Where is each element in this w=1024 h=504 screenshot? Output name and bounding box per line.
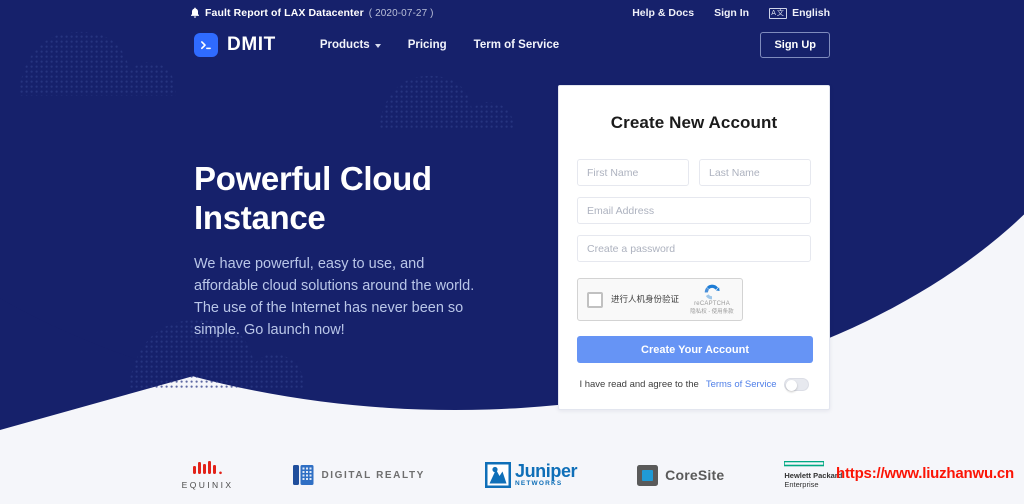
- partner-digital-realty-label: DIGITAL REALTY: [321, 469, 425, 481]
- fault-report-title: Fault Report of LAX Datacenter: [205, 7, 364, 19]
- partner-coresite-label: CoreSite: [665, 467, 725, 483]
- nav-link-products-label: Products: [319, 39, 370, 51]
- hpe-logo-icon: [784, 460, 825, 466]
- hero-section: Powerful Cloud Instance We have powerful…: [194, 160, 484, 341]
- nav-link-pricing-label: Pricing: [407, 39, 447, 51]
- chevron-down-icon: [374, 44, 381, 48]
- sign-up-button[interactable]: Sign Up: [760, 32, 830, 58]
- first-name-input[interactable]: [577, 159, 689, 186]
- terms-agreement-row: I have read and agree to the Terms of Se…: [577, 378, 811, 391]
- recaptcha-branding: reCAPTCHA 隐私权 - 使用条款: [688, 282, 736, 315]
- toggle-knob: [785, 380, 797, 391]
- partner-coresite: CoreSite: [637, 464, 725, 486]
- terms-agreement-text: I have read and agree to the: [579, 379, 699, 390]
- coresite-logo-icon: [637, 464, 659, 486]
- recaptcha-logo-icon: [704, 284, 720, 300]
- nav-link-products[interactable]: Products: [320, 39, 381, 51]
- nav-link-term-of-service[interactable]: Term of Service: [474, 39, 559, 51]
- fault-report-banner[interactable]: Fault Report of LAX Datacenter ( 2020-07…: [190, 0, 434, 26]
- watermark-url: https://www.liuzhanwu.cn: [836, 465, 1014, 482]
- recaptcha-widget[interactable]: 进行人机身份验证 reCAPTCHA 隐私权 - 使用条款: [577, 278, 743, 321]
- equinix-logo-icon: [192, 460, 222, 474]
- language-selector[interactable]: A文 English: [769, 7, 830, 19]
- partner-juniper-sublabel: NETWORKS: [514, 480, 563, 488]
- help-and-docs-link[interactable]: Help & Docs: [632, 7, 694, 19]
- partner-digital-realty: DIGITAL REALTY: [293, 463, 425, 487]
- hero-title-line-2: Instance: [194, 198, 326, 236]
- top-announcement-bar: Fault Report of LAX Datacenter ( 2020-07…: [0, 0, 1024, 26]
- navy-shape: [0, 0, 1024, 430]
- create-account-card: Create New Account 进行人机身份验证 reCAPTCHA 隐私…: [558, 85, 830, 410]
- partner-juniper: Juniper NETWORKS: [484, 461, 578, 488]
- partner-juniper-label: Juniper: [514, 461, 578, 482]
- partner-hpe-label: Hewlett Packard: [784, 470, 843, 480]
- hero-background: [0, 0, 1024, 470]
- partner-equinix-label: EQUINIX: [181, 479, 234, 490]
- card-title: Create New Account: [610, 113, 778, 132]
- topbar-links: Help & Docs Sign In A文 English: [632, 0, 830, 26]
- terms-of-service-link[interactable]: Terms of Service: [706, 379, 777, 390]
- recaptcha-checkbox[interactable]: [587, 291, 603, 308]
- signup-page: Fault Report of LAX Datacenter ( 2020-07…: [0, 0, 1024, 504]
- name-fields-row: [577, 159, 811, 186]
- recaptcha-terms: 隐私权 - 使用条款: [690, 309, 734, 315]
- terminal-prompt-icon: [194, 33, 218, 57]
- last-name-input[interactable]: [699, 159, 811, 186]
- hero-subtitle: We have powerful, easy to use, and affor…: [194, 256, 475, 339]
- terms-agreement-toggle[interactable]: [783, 378, 809, 391]
- nav-links: Products Pricing Term of Service: [320, 39, 559, 51]
- bell-icon: [190, 7, 200, 19]
- language-label: English: [792, 7, 830, 19]
- partner-hpe-sublabel: Enterprise: [784, 480, 819, 489]
- partner-hpe: Hewlett Packard Enterprise: [784, 460, 843, 490]
- logo-text: DMIT: [227, 34, 276, 55]
- hero-title-line-1: Powerful Cloud: [194, 160, 432, 197]
- digital-realty-logo-icon: [293, 465, 314, 485]
- juniper-logo-icon: [484, 462, 511, 488]
- nav-link-pricing[interactable]: Pricing: [408, 39, 447, 51]
- email-input[interactable]: [577, 197, 811, 224]
- translate-icon: A文: [769, 7, 788, 19]
- password-input[interactable]: [577, 235, 811, 262]
- fault-report-date: ( 2020-07-27 ): [368, 7, 434, 19]
- create-account-button[interactable]: Create Your Account: [577, 336, 813, 363]
- main-navigation: DMIT Products Pricing Term of Service Si…: [0, 26, 1024, 64]
- sign-in-link[interactable]: Sign In: [714, 7, 749, 19]
- partner-equinix: EQUINIX: [181, 460, 234, 490]
- recaptcha-label: 进行人机身份验证: [611, 293, 680, 304]
- nav-link-term-of-service-label: Term of Service: [473, 39, 560, 51]
- brand-logo[interactable]: DMIT: [194, 33, 276, 57]
- hero-title: Powerful Cloud Instance: [194, 160, 484, 237]
